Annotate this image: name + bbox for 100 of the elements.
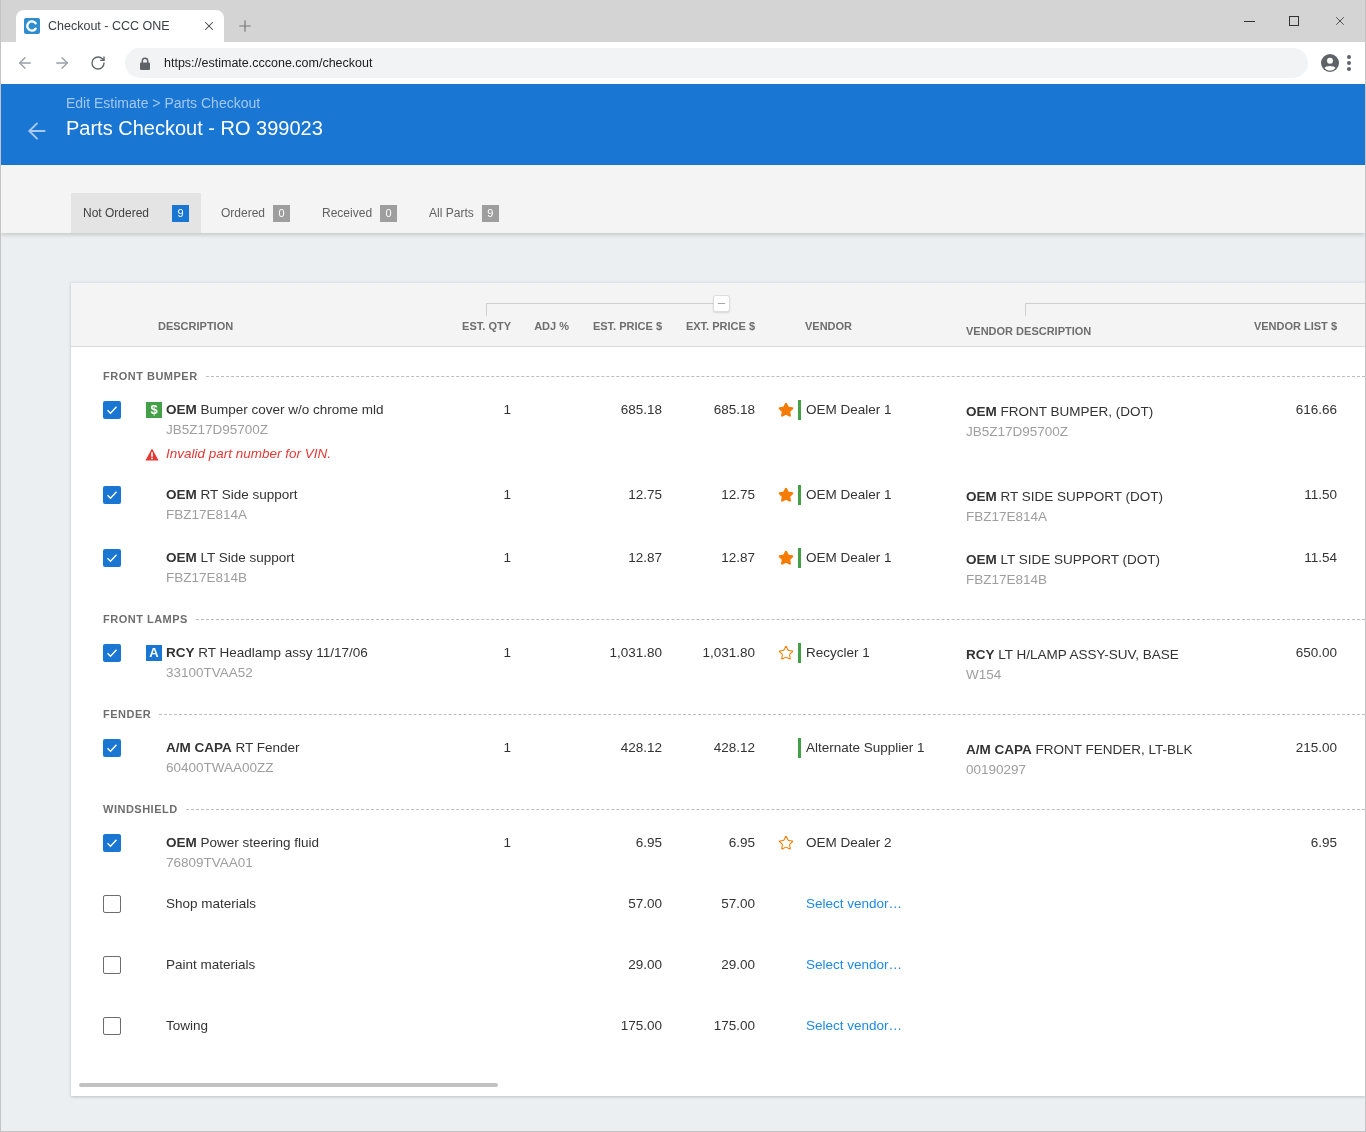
part-type-badge: $ — [146, 402, 162, 418]
check-icon — [106, 743, 118, 753]
part-number: 76809TVAA01 — [166, 854, 253, 872]
part-number: FBZ17E814B — [166, 569, 248, 587]
star-icon[interactable] — [778, 550, 794, 566]
status-tab[interactable]: Received 0 — [310, 193, 410, 233]
part-description: OEM Bumper cover w/o chrome mld — [166, 401, 384, 419]
est-price-value: 428.12 — [620, 739, 662, 757]
check-icon — [106, 838, 118, 848]
vendor-part-number: FBZ17E814B — [966, 571, 1048, 589]
column-header: VENDOR DESCRIPTION — [966, 324, 1092, 336]
vendor-list-price: 11.50 — [1304, 486, 1337, 504]
vendor-name: Alternate Supplier 1 — [806, 739, 925, 757]
vendor-part-number: 00190297 — [966, 761, 1027, 779]
part-description: OEM Power steering fluid — [166, 834, 320, 852]
quantity-value: 1 — [503, 739, 511, 757]
quantity-value: 1 — [503, 401, 511, 419]
column-header: VENDOR — [805, 319, 853, 334]
star-icon[interactable] — [778, 402, 794, 418]
menu-icon[interactable] — [1347, 55, 1351, 71]
row-checkbox[interactable] — [103, 895, 121, 913]
forward-icon[interactable] — [53, 54, 71, 72]
quantity-value: 1 — [503, 486, 511, 504]
vendor-name: OEM Dealer 1 — [806, 549, 892, 567]
check-icon — [106, 648, 118, 658]
row-checkbox[interactable] — [103, 956, 121, 974]
part-description: OEM LT Side support — [166, 549, 295, 567]
ext-price-value: 1,031.80 — [702, 644, 755, 662]
lock-icon — [140, 56, 150, 70]
vendor-name: Recycler 1 — [806, 644, 870, 662]
select-vendor-link[interactable]: Select vendor… — [806, 955, 903, 975]
group-heading: FRONT BUMPER — [103, 370, 198, 382]
column-header: EST. QTY — [462, 319, 511, 334]
check-icon — [106, 405, 118, 415]
vendor-description: A/M CAPA FRONT FENDER, LT-BLK — [966, 741, 1193, 759]
select-vendor-link[interactable]: Select vendor… — [806, 1016, 903, 1036]
row-checkbox[interactable] — [103, 834, 121, 852]
row-checkbox[interactable] — [103, 1017, 121, 1035]
tab-count-badge: 0 — [273, 204, 291, 222]
collapse-button[interactable] — [713, 295, 730, 312]
back-icon[interactable] — [16, 54, 34, 72]
part-number: 60400TWAA00ZZ — [166, 759, 274, 777]
status-tab[interactable]: All Parts 9 — [417, 193, 511, 233]
star-outline-icon[interactable] — [778, 835, 794, 851]
vendor-part-number: FBZ17E814A — [966, 508, 1048, 526]
est-price-value: 175.00 — [620, 1017, 662, 1035]
minimize-icon[interactable] — [1244, 20, 1255, 22]
horizontal-scrollbar[interactable] — [79, 1083, 498, 1087]
est-price-value: 1,031.80 — [609, 644, 662, 662]
star-icon[interactable] — [778, 487, 794, 503]
tab-count-badge: 9 — [481, 204, 499, 222]
est-price-value: 29.00 — [628, 956, 662, 974]
close-tab-icon[interactable] — [202, 19, 216, 33]
close-window-icon[interactable] — [1333, 14, 1347, 28]
favicon-icon — [24, 18, 40, 34]
ext-price-value: 6.95 — [728, 834, 755, 852]
vendor-part-number: JB5Z17D95700Z — [966, 423, 1069, 441]
star-outline-icon[interactable] — [778, 645, 794, 661]
vendor-name: OEM Dealer 2 — [806, 834, 892, 852]
column-header: DESCRIPTION — [158, 319, 234, 334]
row-checkbox[interactable] — [103, 401, 121, 419]
vendor-list-price: 616.66 — [1295, 401, 1337, 419]
part-description: Towing — [166, 1017, 209, 1035]
quantity-value: 1 — [503, 549, 511, 567]
part-description: OEM RT Side support — [166, 486, 298, 504]
select-vendor-link[interactable]: Select vendor… — [806, 894, 903, 914]
ext-price-value: 685.18 — [713, 401, 755, 419]
warning-message: Invalid part number for VIN. — [166, 445, 332, 463]
part-type-badge: A — [146, 645, 162, 661]
part-number: JB5Z17D95700Z — [166, 421, 269, 439]
account-icon[interactable] — [1321, 54, 1339, 72]
vendor-description: OEM RT SIDE SUPPORT (DOT) — [966, 488, 1164, 506]
part-description: RCY RT Headlamp assy 11/17/06 — [166, 644, 368, 662]
row-checkbox[interactable] — [103, 486, 121, 504]
est-price-value: 6.95 — [635, 834, 662, 852]
quantity-value: 1 — [503, 834, 511, 852]
warning-icon — [145, 447, 159, 461]
part-description: A/M CAPA RT Fender — [166, 739, 300, 757]
ext-price-value: 428.12 — [713, 739, 755, 757]
row-checkbox[interactable] — [103, 549, 121, 567]
column-header: VENDOR LIST $ — [1253, 319, 1337, 334]
row-checkbox[interactable] — [103, 739, 121, 757]
status-tab[interactable]: Ordered 0 — [209, 193, 303, 233]
ext-price-value: 57.00 — [721, 895, 755, 913]
vendor-list-price: 215.00 — [1295, 739, 1337, 757]
est-price-value: 57.00 — [628, 895, 662, 913]
page-title: Parts Checkout - RO 399023 — [66, 116, 323, 141]
maximize-icon[interactable] — [1289, 16, 1299, 26]
vendor-description: RCY LT H/LAMP ASSY-SUV, BASE — [966, 646, 1179, 664]
quantity-value: 1 — [503, 644, 511, 662]
group-heading: FENDER — [103, 708, 152, 720]
browser-tab[interactable]: Checkout - CCC ONE — [16, 10, 224, 42]
check-icon — [106, 553, 118, 563]
ext-price-value: 175.00 — [713, 1017, 755, 1035]
address-bar[interactable]: https://estimate.cccone.com/checkout — [125, 48, 1308, 78]
status-tab[interactable]: Not Ordered 9 — [71, 193, 201, 233]
row-checkbox[interactable] — [103, 644, 121, 662]
reload-icon[interactable] — [90, 55, 106, 71]
group-heading: WINDSHIELD — [103, 803, 178, 815]
part-number: FBZ17E814A — [166, 506, 248, 524]
